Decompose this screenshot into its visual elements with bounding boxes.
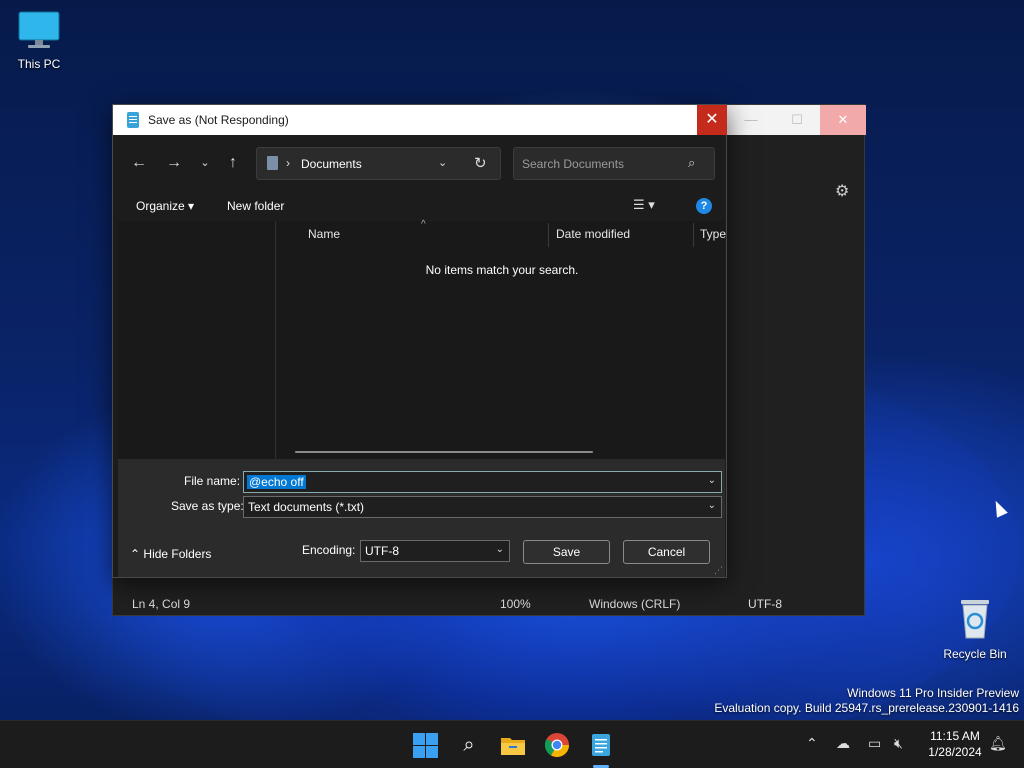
watermark-line: Evaluation copy. Build 25947.rs_prerelea… [714, 701, 1019, 715]
file-name-field[interactable]: @echo off ⌄ [243, 471, 722, 493]
help-icon[interactable]: ? [696, 198, 712, 214]
save-button[interactable]: Save [523, 540, 610, 564]
taskbar-clock[interactable]: 11:15 AM 1/28/2024 [920, 728, 990, 760]
chrome-icon[interactable] [543, 731, 571, 759]
recent-locations-chevron-icon[interactable]: ⌄ [193, 151, 217, 175]
sort-ascending-icon: ^ [421, 219, 426, 230]
file-name-value[interactable]: @echo off [247, 475, 306, 489]
chevron-up-icon: ⌃ [130, 547, 141, 561]
up-arrow-icon[interactable]: ↑ [221, 151, 245, 175]
search-box[interactable]: ⌕ [513, 147, 715, 180]
breadcrumb-separator-icon: › [286, 156, 290, 170]
start-icon[interactable] [411, 731, 439, 759]
hide-folders-toggle[interactable]: ⌃ Hide Folders [130, 547, 211, 561]
dialog-close-button[interactable]: ✕ [697, 105, 727, 135]
organize-menu[interactable]: Organize ▾ [136, 199, 194, 213]
evaluation-watermark: Windows 11 Pro Insider Preview Evaluatio… [714, 686, 1019, 716]
save-as-type-label: Save as type: [171, 499, 244, 513]
notepad-close-button[interactable]: ✕ [820, 105, 866, 135]
desktop-icon-recycle-bin[interactable]: Recycle Bin [937, 596, 1013, 661]
desktop-icon-label: Recycle Bin [943, 647, 1007, 661]
column-header-name[interactable]: Name [308, 227, 340, 247]
desktop-icon-label: This PC [17, 57, 61, 71]
notifications-bell-icon[interactable]: 🔔︎ [989, 735, 1007, 752]
breadcrumb-documents[interactable]: Documents [301, 157, 362, 171]
new-folder-button[interactable]: New folder [227, 199, 284, 213]
search-icon[interactable]: ⌕ [455, 731, 483, 759]
recycle-bin-icon [961, 600, 989, 639]
clock-time: 11:15 AM [930, 729, 980, 743]
taskbar: ⌕ ⌃ ☁ ▭ 🔇︎ 11:15 AM 1/28/2024 🔔︎ [0, 720, 1024, 768]
show-hidden-icons-chevron-icon[interactable]: ⌃ [806, 735, 818, 752]
search-input[interactable] [522, 156, 682, 172]
file-name-label: File name: [184, 474, 241, 488]
monitor-icon [18, 11, 60, 48]
chevron-down-icon[interactable]: ⌄ [496, 544, 504, 555]
dialog-title: Save as (Not Responding) [148, 113, 289, 127]
status-position: Ln 4, Col 9 [132, 597, 191, 611]
dialog-title-bar: Save as (Not Responding) ✕ [113, 105, 727, 135]
encoding-label: Encoding: [302, 543, 356, 557]
resize-grip-icon[interactable]: ⋰ [714, 565, 723, 576]
notepad-app-icon [127, 112, 139, 128]
notepad-status-bar: Ln 4, Col 9 100% Windows (CRLF) UTF-8 [113, 593, 864, 615]
address-dropdown-icon[interactable]: ⌄ [438, 156, 447, 169]
maximize-button[interactable]: ☐ [774, 105, 820, 135]
clock-date: 1/28/2024 [928, 745, 982, 759]
command-bar: Organize ▾ New folder ☰ ▾ ? [113, 191, 726, 221]
minimize-button[interactable]: — [728, 105, 774, 135]
status-zoom: 100% [500, 597, 531, 611]
refresh-icon[interactable]: ↻ [474, 154, 487, 172]
view-options-icon[interactable]: ☰ ▾ [633, 197, 669, 215]
mouse-cursor-icon [990, 498, 1008, 518]
column-header-date-modified[interactable]: Date modified [556, 227, 630, 247]
desktop-icon-this-pc[interactable]: This PC [1, 10, 77, 71]
file-explorer-icon[interactable] [499, 731, 527, 759]
status-encoding: UTF-8 [748, 597, 782, 611]
encoding-select[interactable]: UTF-8 ⌄ [360, 540, 510, 562]
empty-results-message: No items match your search. [425, 263, 579, 277]
horizontal-scrollbar[interactable] [295, 451, 593, 453]
encoding-value: UTF-8 [365, 544, 399, 558]
notepad-icon[interactable] [587, 731, 615, 759]
column-divider[interactable] [693, 223, 694, 247]
chevron-down-icon[interactable]: ⌄ [708, 475, 716, 486]
dialog-footer: File name: @echo off ⌄ Save as type: Tex… [118, 459, 725, 577]
column-header-type[interactable]: Type [700, 227, 726, 247]
onedrive-cloud-offline-icon[interactable]: ☁ [836, 735, 850, 752]
column-divider[interactable] [548, 223, 549, 247]
network-icon[interactable]: ▭ [868, 735, 881, 752]
dialog-nav-bar: ← → ⌄ ↑ › Documents ⌄ ↻ ⌕ [113, 135, 726, 191]
save-as-type-select[interactable]: Text documents (*.txt) ⌄ [243, 496, 722, 518]
chevron-down-icon[interactable]: ⌄ [708, 500, 716, 511]
watermark-line: Windows 11 Pro Insider Preview [847, 686, 1019, 700]
volume-muted-icon[interactable]: 🔇︎ [894, 735, 903, 752]
back-arrow-icon[interactable]: ← [127, 151, 151, 175]
file-list[interactable]: ^ Name Date modified Type No items match… [277, 219, 726, 459]
search-icon[interactable]: ⌕ [688, 155, 695, 171]
documents-folder-icon [267, 156, 278, 170]
forward-arrow-icon[interactable]: → [162, 151, 186, 175]
status-line-ending: Windows (CRLF) [589, 597, 681, 611]
save-as-type-value: Text documents (*.txt) [248, 500, 365, 514]
cancel-button[interactable]: Cancel [623, 540, 710, 564]
hide-folders-label: Hide Folders [143, 547, 212, 561]
navigation-pane[interactable] [118, 221, 276, 459]
save-as-dialog: Save as (Not Responding) ✕ ← → ⌄ ↑ › Doc… [112, 104, 727, 578]
address-bar[interactable]: › Documents ⌄ ↻ [256, 147, 501, 180]
settings-gear-icon[interactable]: ⚙ [835, 183, 853, 201]
